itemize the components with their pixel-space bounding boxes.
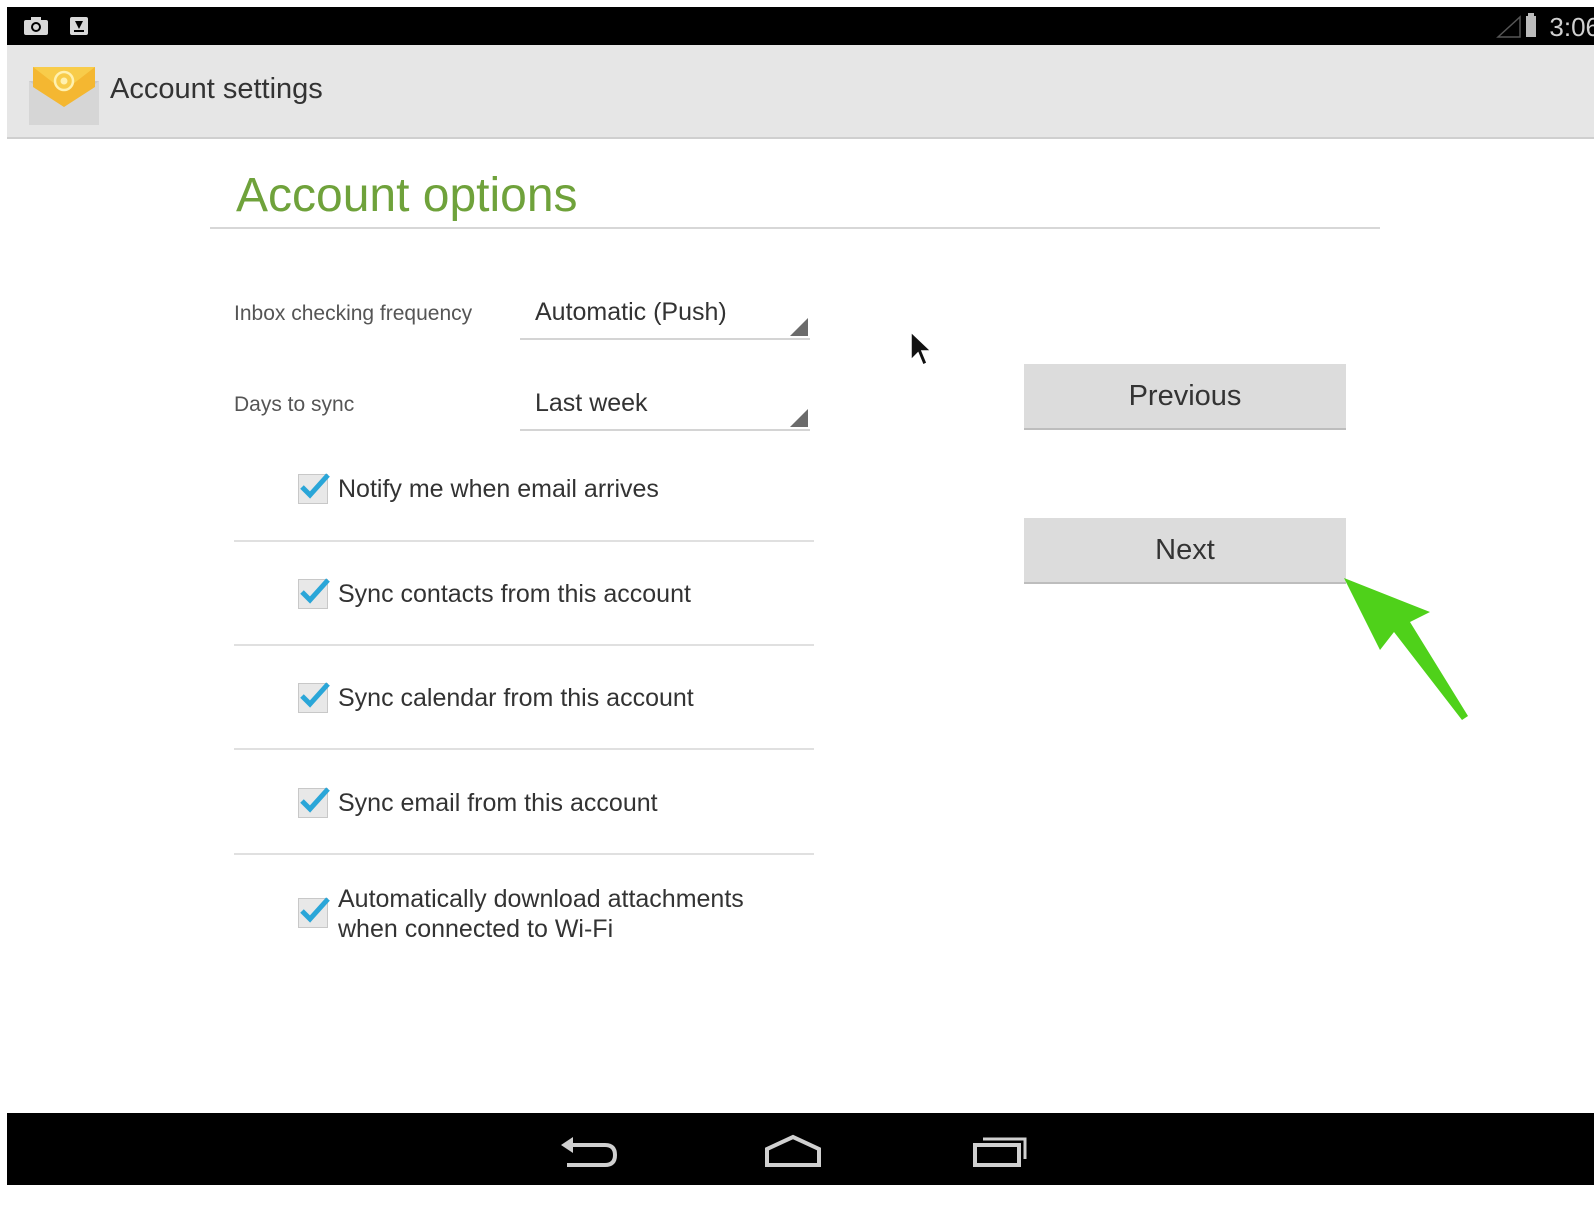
- action-bar: Account settings: [7, 45, 1594, 139]
- days-to-sync-value: Last week: [535, 389, 648, 417]
- sync-email-row[interactable]: Sync email from this account: [234, 784, 814, 824]
- back-icon[interactable]: [557, 1133, 621, 1169]
- checkmark-icon: [300, 682, 330, 708]
- notify-label: Notify me when email arrives: [338, 475, 659, 503]
- row-divider: [234, 644, 814, 646]
- email-app-icon[interactable]: [29, 63, 99, 125]
- auto-download-label-line1: Automatically download attachments: [338, 885, 744, 913]
- days-to-sync-label: Days to sync: [234, 393, 355, 416]
- notify-checkbox[interactable]: [298, 473, 330, 504]
- auto-download-label-line2: when connected to Wi-Fi: [338, 915, 614, 943]
- dropdown-arrow-icon: [790, 409, 808, 427]
- checkmark-icon: [300, 897, 330, 923]
- section-title: Account options: [236, 169, 578, 222]
- frame-edge: [0, 0, 7, 1205]
- sync-email-label: Sync email from this account: [338, 789, 658, 817]
- signal-icon: [1496, 15, 1521, 38]
- inbox-frequency-value: Automatic (Push): [535, 298, 727, 326]
- row-divider: [234, 540, 814, 542]
- mouse-cursor-icon: [910, 330, 933, 367]
- dropdown-arrow-icon: [790, 318, 808, 336]
- section-divider: [210, 227, 1380, 229]
- home-icon[interactable]: [761, 1133, 825, 1169]
- inbox-frequency-label: Inbox checking frequency: [234, 302, 473, 325]
- notify-row[interactable]: Notify me when email arrives: [234, 470, 814, 510]
- sync-calendar-row[interactable]: Sync calendar from this account: [234, 679, 814, 719]
- battery-icon: [1526, 13, 1536, 37]
- sync-calendar-checkbox[interactable]: [298, 682, 330, 713]
- status-time: 3:06: [1549, 12, 1594, 42]
- checkmark-icon: [300, 578, 330, 604]
- sync-calendar-label: Sync calendar from this account: [338, 684, 694, 712]
- navigation-bar: [7, 1113, 1594, 1185]
- sync-contacts-label: Sync contacts from this account: [338, 580, 691, 608]
- sync-contacts-row[interactable]: Sync contacts from this account: [234, 575, 814, 615]
- auto-download-checkbox[interactable]: [298, 897, 330, 928]
- status-bar: 3:06: [7, 7, 1594, 45]
- row-divider: [234, 853, 814, 855]
- screenshot-icon: [24, 17, 48, 35]
- row-divider: [234, 748, 814, 750]
- green-arrow-icon: [1344, 578, 1468, 720]
- next-button[interactable]: Next: [1024, 518, 1346, 584]
- days-to-sync-spinner[interactable]: Last week: [520, 385, 810, 431]
- previous-button[interactable]: Previous: [1024, 364, 1346, 430]
- sync-email-checkbox[interactable]: [298, 787, 330, 818]
- checkmark-icon: [300, 787, 330, 813]
- download-icon: [70, 17, 88, 35]
- recents-icon[interactable]: [969, 1133, 1033, 1169]
- sync-contacts-checkbox[interactable]: [298, 578, 330, 609]
- inbox-frequency-spinner[interactable]: Automatic (Push): [520, 294, 810, 340]
- auto-download-row[interactable]: Automatically download attachments when …: [234, 884, 814, 948]
- checkmark-icon: [300, 473, 330, 499]
- action-bar-title: Account settings: [110, 73, 323, 105]
